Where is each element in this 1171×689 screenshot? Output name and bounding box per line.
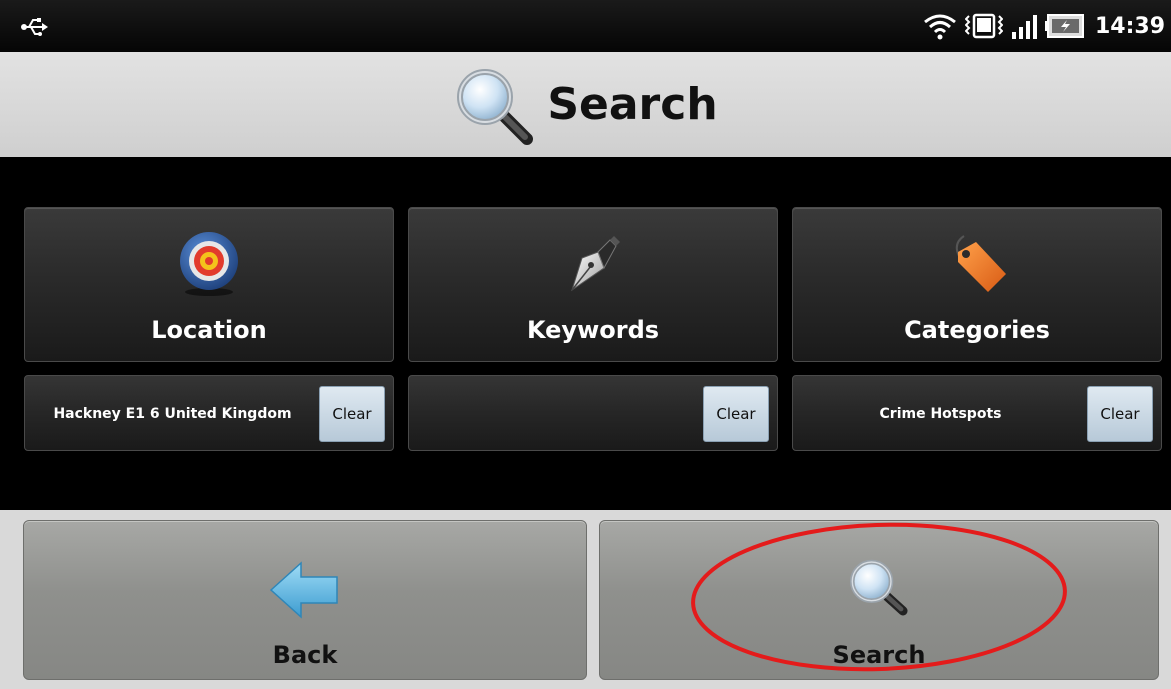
categories-tile-label: Categories (904, 316, 1050, 344)
search-button-label: Search (832, 641, 926, 669)
categories-tile[interactable]: Categories (792, 207, 1162, 362)
location-value: Hackney E1 6 United Kingdom (53, 406, 292, 422)
keywords-field[interactable]: Clear (408, 375, 778, 451)
location-tile-label: Location (151, 316, 267, 344)
keywords-value (409, 376, 704, 452)
signal-icon (1011, 15, 1037, 39)
status-bar: 14:39 (0, 0, 1171, 52)
target-icon (180, 232, 238, 296)
location-tile[interactable]: Location (24, 207, 394, 362)
title-bar: Search (0, 52, 1171, 157)
location-clear-button[interactable]: Clear (319, 386, 385, 442)
categories-value: Crime Hotspots (879, 406, 1002, 422)
battery-icon (1044, 14, 1084, 38)
categories-field[interactable]: Crime Hotspots Clear (792, 375, 1162, 451)
arrow-left-icon (269, 561, 338, 619)
location-field[interactable]: Hackney E1 6 United Kingdom Clear (24, 375, 394, 451)
vibrate-icon (964, 13, 1003, 39)
keywords-tile[interactable]: Keywords (408, 207, 778, 362)
tag-icon (955, 235, 1006, 292)
pen-nib-icon (571, 236, 620, 292)
back-button[interactable]: Back (23, 520, 587, 680)
magnifier-icon (457, 68, 534, 145)
search-button[interactable]: Search (599, 520, 1159, 680)
usb-icon (21, 18, 48, 36)
back-button-label: Back (272, 641, 338, 669)
status-clock: 14:39 (1094, 13, 1165, 39)
page-title: Search (547, 79, 718, 130)
magnifier-icon (849, 559, 908, 616)
keywords-tile-label: Keywords (526, 316, 660, 344)
bottom-bar: Back Search (0, 510, 1171, 689)
categories-clear-button[interactable]: Clear (1087, 386, 1153, 442)
status-icons: 14:39 (923, 10, 1165, 42)
keywords-clear-button[interactable]: Clear (703, 386, 769, 442)
wifi-icon (924, 14, 956, 40)
